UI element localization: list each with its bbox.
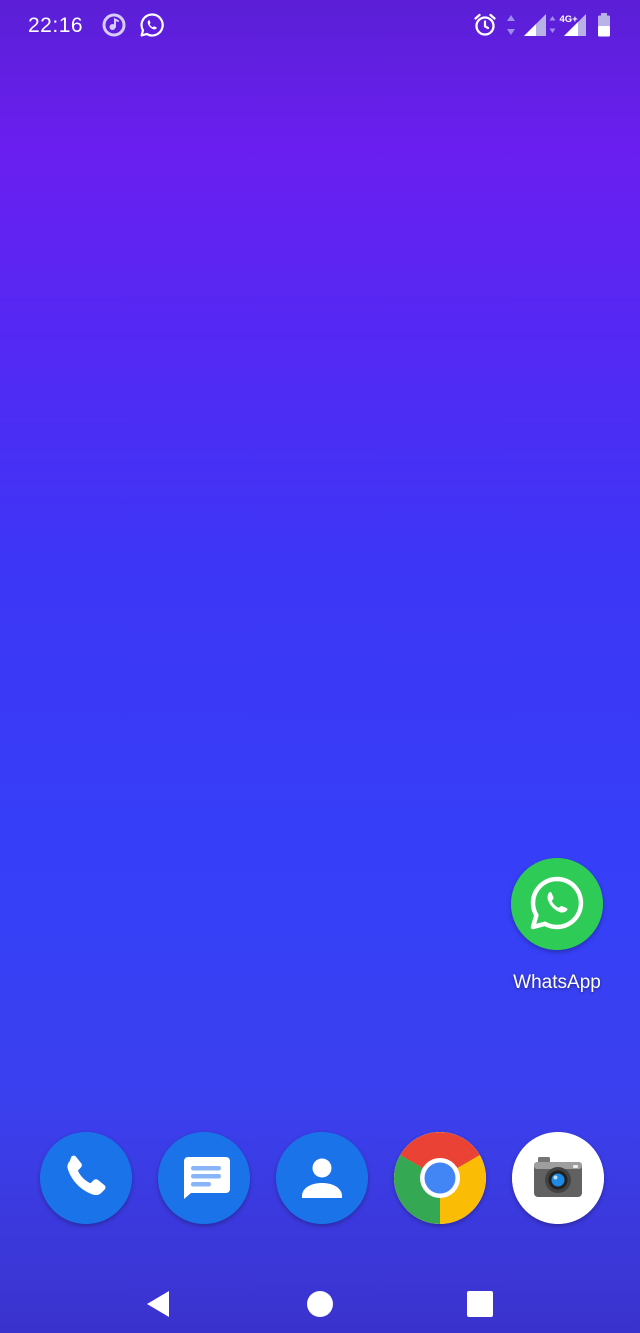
music-notification-icon (101, 12, 127, 38)
status-time: 22:16 (28, 14, 84, 37)
phone-icon[interactable] (40, 1132, 132, 1224)
battery-icon (596, 12, 612, 38)
messages-icon[interactable] (158, 1132, 250, 1224)
data-arrows-icon (504, 12, 518, 38)
alarm-icon (472, 12, 498, 38)
signal-icon (522, 12, 548, 38)
home-screen: WhatsApp (0, 52, 640, 1112)
navigation-bar (0, 1268, 640, 1333)
dock (0, 1120, 640, 1240)
network-type-label: 4G+ (560, 14, 579, 25)
whatsapp-icon[interactable] (511, 858, 603, 950)
camera-icon[interactable] (512, 1132, 604, 1224)
signal-4g-icon: 4G+ (548, 11, 590, 39)
app-label-whatsapp: WhatsApp (513, 972, 601, 993)
back-icon[interactable] (138, 1284, 178, 1324)
home-icon[interactable] (300, 1284, 340, 1324)
status-bar: 22:16 4G+ (0, 0, 640, 52)
whatsapp-notification-icon (139, 12, 165, 38)
chrome-icon[interactable] (394, 1132, 486, 1224)
contacts-icon[interactable] (276, 1132, 368, 1224)
recents-icon[interactable] (460, 1284, 500, 1324)
